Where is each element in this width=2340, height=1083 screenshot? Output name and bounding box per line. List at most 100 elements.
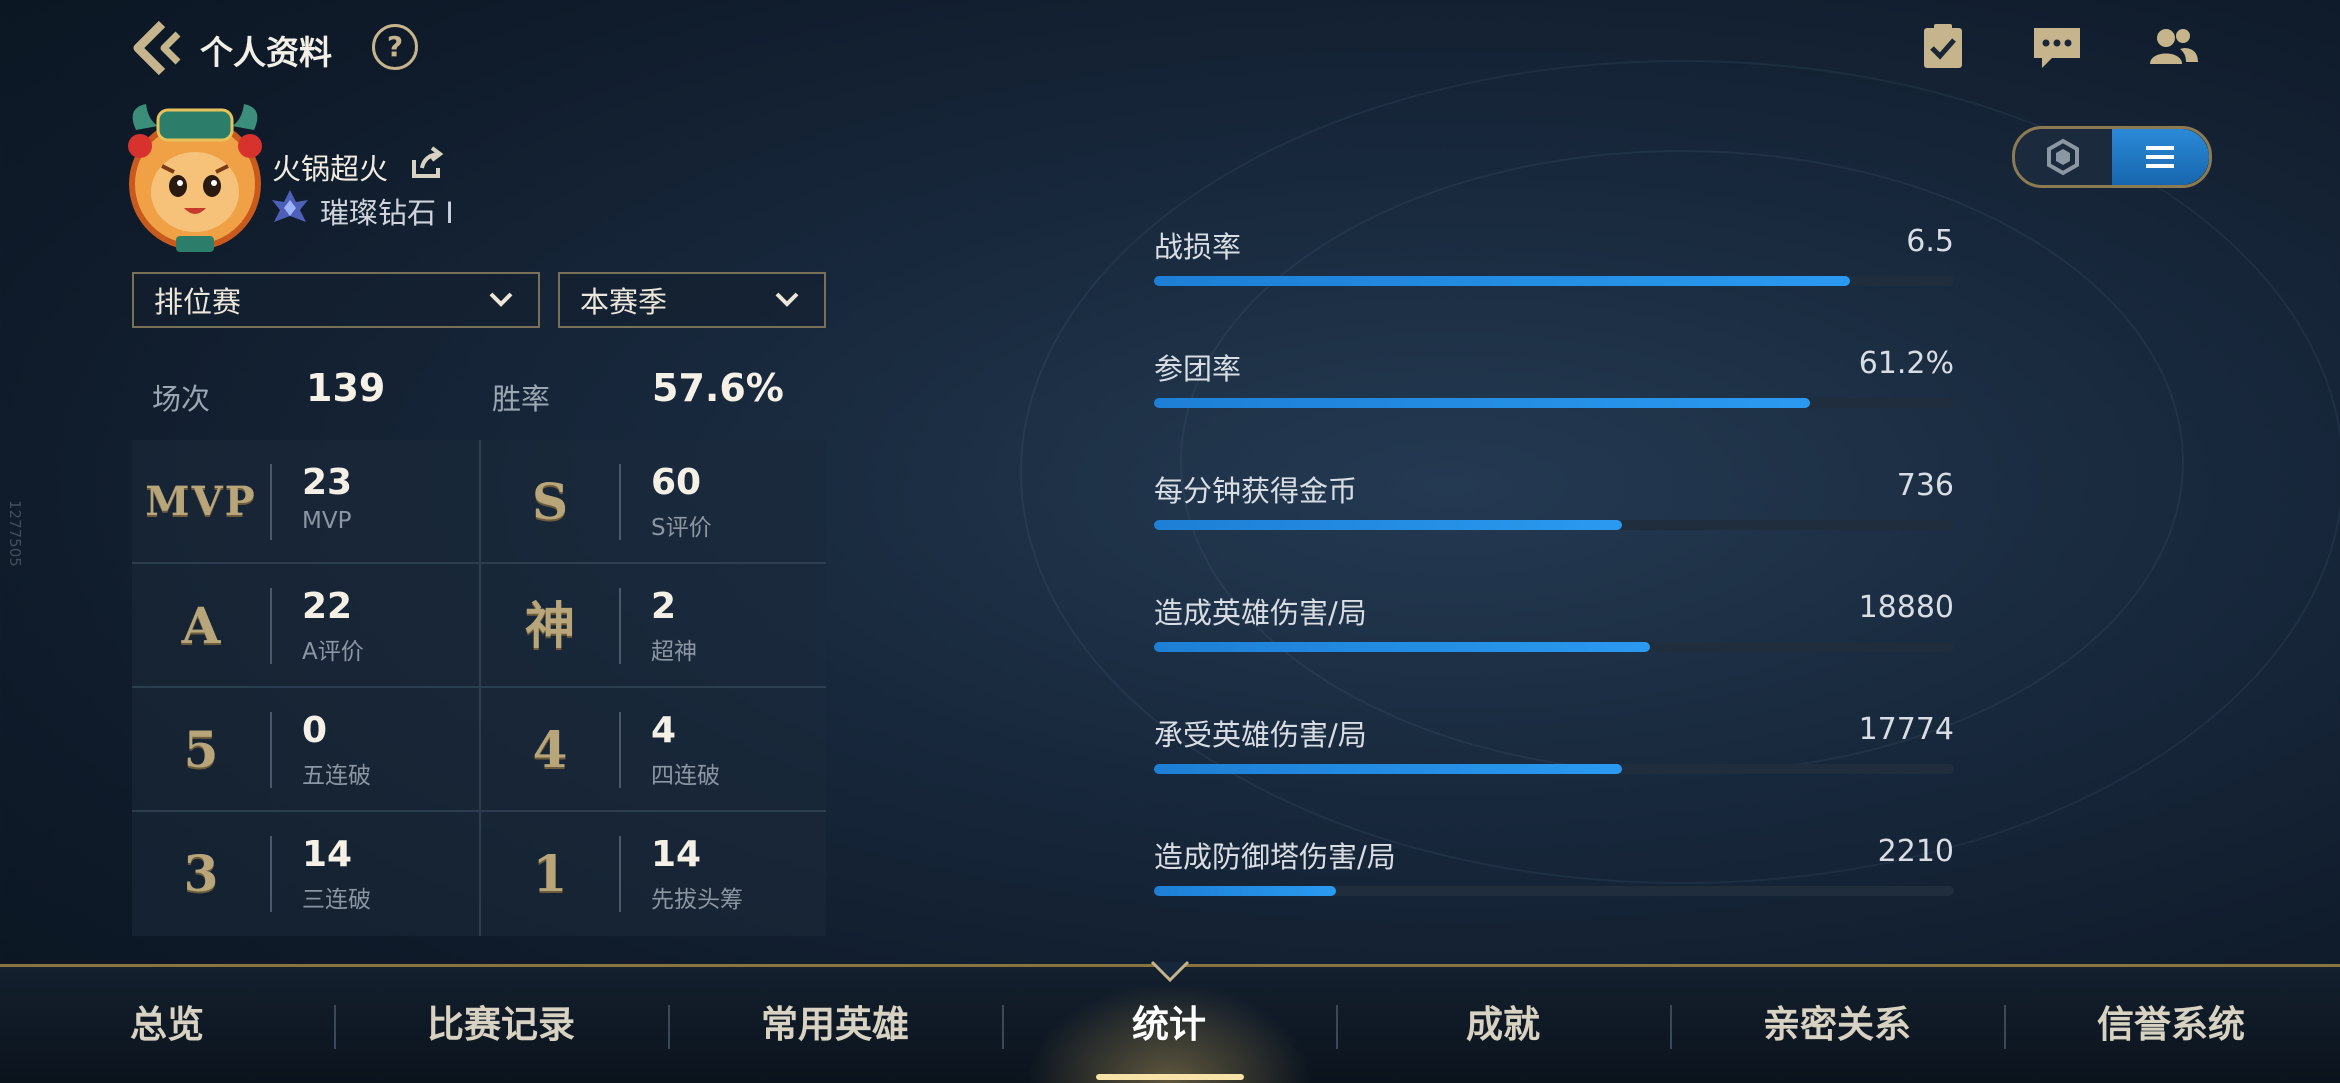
chevron-down-icon [489, 292, 513, 307]
stat-value: 4 [651, 710, 677, 751]
rank-text: 璀璨钻石 Ⅰ [320, 196, 454, 230]
hexagon-view-icon [2047, 138, 2079, 176]
list-view-icon [2146, 146, 2174, 168]
stat-caption: 先拔头筹 [651, 887, 743, 913]
metric-damage-ratio: 战损率 6.5 [1154, 224, 1954, 344]
metric-gold-per-minute: 每分钟获得金币 736 [1154, 468, 1954, 588]
chat-icon [2034, 28, 2080, 68]
season-dropdown[interactable]: 本赛季 [558, 272, 826, 328]
metric-value: 18880 [1858, 590, 1954, 625]
rank-diamond-icon [272, 190, 308, 222]
tab-credit-system[interactable]: 信誉系统 [2004, 967, 2338, 1083]
season-dropdown-value: 本赛季 [580, 285, 668, 319]
metric-bar-track [1154, 886, 1954, 896]
tab-common-heroes[interactable]: 常用英雄 [668, 967, 1002, 1083]
stat-caption: 四连破 [651, 763, 720, 789]
share-button[interactable] [408, 146, 444, 182]
view-mode-toggle[interactable] [2012, 126, 2212, 188]
metric-label: 参团率 [1154, 352, 1242, 386]
games-label: 场次 [152, 382, 211, 416]
tab-overview[interactable]: 总览 [0, 967, 334, 1083]
mode-dropdown-value: 排位赛 [154, 285, 242, 319]
stat-caption: 三连破 [302, 887, 371, 913]
metric-label: 战损率 [1154, 230, 1242, 264]
cell-divider [270, 588, 272, 664]
metric-value: 6.5 [1906, 224, 1954, 259]
legendary-badge-icon: 神 [525, 596, 575, 655]
cell-divider [619, 836, 621, 912]
tab-achievements[interactable]: 成就 [1336, 967, 1670, 1083]
cell-divider [619, 712, 621, 788]
games-value: 139 [306, 366, 386, 410]
metric-value: 61.2% [1858, 346, 1954, 381]
stat-cell-quadra-kill: 4 4 四连破 [479, 688, 826, 812]
back-arrow-icon [133, 20, 181, 76]
metric-bar-fill [1154, 642, 1650, 652]
cell-divider [270, 464, 272, 540]
stat-value: 23 [302, 462, 353, 503]
quadra-kill-badge-icon: 4 [532, 720, 568, 779]
metric-bar-fill [1154, 764, 1622, 774]
stat-value: 0 [302, 710, 328, 751]
friends-button[interactable] [2146, 22, 2200, 72]
hex-view-option[interactable] [2015, 129, 2112, 185]
cell-divider [619, 588, 621, 664]
stat-cell-s-rating: S 60 S评价 [479, 440, 826, 564]
page-title: 个人资料 [200, 33, 332, 72]
metric-team-fight-rate: 参团率 61.2% [1154, 346, 1954, 466]
winrate-value: 57.6% [652, 366, 784, 410]
metric-hero-damage-taken: 承受英雄伤害/局 17774 [1154, 712, 1954, 832]
rank-badge [270, 188, 310, 228]
mvp-badge-icon: MVP [145, 478, 257, 525]
metric-bar-fill [1154, 520, 1622, 530]
stat-cell-first-blood: 1 14 先拔头筹 [479, 812, 826, 936]
back-button[interactable] [128, 18, 188, 78]
mode-dropdown[interactable]: 排位赛 [132, 272, 540, 328]
stat-cell-a-rating: A 22 A评价 [132, 564, 479, 688]
metric-bar-track [1154, 764, 1954, 774]
stat-caption: 五连破 [302, 763, 371, 789]
tab-match-history[interactable]: 比赛记录 [334, 967, 668, 1083]
avatar[interactable] [118, 96, 272, 256]
stat-caption: 超神 [651, 639, 697, 665]
cell-divider [270, 712, 272, 788]
side-id-text: 1277505 [6, 500, 24, 567]
tab-statistics[interactable]: 统计 [1002, 967, 1336, 1083]
chevron-down-icon [775, 292, 799, 307]
stat-value: 60 [651, 462, 702, 503]
stat-value: 22 [302, 586, 353, 627]
first-blood-badge-icon: 1 [532, 844, 568, 903]
stat-value: 14 [302, 834, 353, 875]
a-rating-badge-icon: A [181, 596, 221, 655]
list-view-option[interactable] [2112, 129, 2209, 185]
tab-relationships[interactable]: 亲密关系 [1670, 967, 2004, 1083]
metric-bar-track [1154, 276, 1954, 286]
metric-hero-damage-dealt: 造成英雄伤害/局 18880 [1154, 590, 1954, 710]
friends-icon [2150, 29, 2198, 64]
winrate-label: 胜率 [492, 382, 551, 416]
metric-bar-fill [1154, 276, 1850, 286]
avatar-portrait-icon [128, 104, 262, 252]
chat-button[interactable] [2030, 22, 2084, 72]
metric-value: 17774 [1858, 712, 1954, 747]
metric-tower-damage: 造成防御塔伤害/局 2210 [1154, 834, 1954, 954]
metric-value: 2210 [1877, 834, 1954, 869]
stat-value: 2 [651, 586, 677, 627]
metric-label: 造成英雄伤害/局 [1154, 596, 1367, 630]
stats-grid: MVP 23 MVP S 60 S评价 A 22 A评价 神 2 超神 5 0 … [132, 440, 826, 936]
stat-cell-penta-kill: 5 0 五连破 [132, 688, 479, 812]
stat-cell-mvp: MVP 23 MVP [132, 440, 479, 564]
cell-divider [270, 836, 272, 912]
tasks-button[interactable] [1916, 22, 1970, 72]
share-icon [412, 146, 444, 178]
metric-label: 每分钟获得金币 [1154, 474, 1358, 508]
metric-bar-fill [1154, 886, 1337, 896]
triple-kill-badge-icon: 3 [183, 844, 219, 903]
s-rating-badge-icon: S [531, 472, 569, 531]
username: 火锅超火 [272, 152, 389, 186]
penta-kill-badge-icon: 5 [183, 720, 219, 779]
metric-value: 736 [1896, 468, 1954, 503]
help-button[interactable]: ? [372, 24, 418, 70]
stat-caption: A评价 [302, 639, 364, 665]
active-tab-marker-icon [1150, 960, 1190, 983]
